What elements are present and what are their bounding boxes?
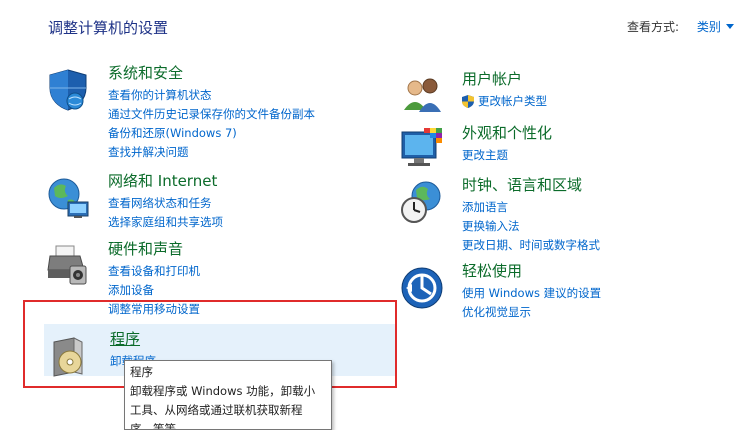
category-title-network[interactable]: 网络和 Internet — [108, 170, 217, 191]
chevron-down-icon — [725, 24, 734, 29]
page-title: 调整计算机的设置 — [48, 19, 169, 37]
clock-globe-icon[interactable] — [400, 180, 444, 224]
category-title-system-security[interactable]: 系统和安全 — [108, 62, 183, 83]
appearance-links: 更改主题 — [462, 146, 508, 165]
category-title-appearance[interactable]: 外观和个性化 — [462, 122, 552, 143]
link-change-account-type[interactable]: 更改帐户类型 — [462, 92, 547, 111]
link-add-language[interactable]: 添加语言 — [462, 198, 600, 217]
view-by: 查看方式: 类别 — [627, 18, 734, 35]
category-title-ease-access[interactable]: 轻松使用 — [462, 260, 522, 281]
link-view-computer-status[interactable]: 查看你的计算机状态 — [108, 86, 315, 105]
link-homegroup[interactable]: 选择家庭组和共享选项 — [108, 213, 223, 232]
users-icon[interactable] — [400, 74, 444, 118]
tooltip-line: 卸载程序或 Windows 功能，卸载小 — [130, 384, 316, 398]
link-troubleshoot[interactable]: 查找并解决问题 — [108, 143, 315, 162]
view-by-label: 查看方式: — [627, 20, 680, 34]
view-by-dropdown[interactable]: 类别 — [697, 20, 734, 34]
shield-icon[interactable] — [46, 68, 90, 112]
link-devices-printers[interactable]: 查看设备和打印机 — [108, 262, 200, 281]
ease-of-access-icon[interactable] — [400, 266, 444, 310]
network-links: 查看网络状态和任务 选择家庭组和共享选项 — [108, 194, 223, 232]
category-title-clock-region[interactable]: 时钟、语言和区域 — [462, 174, 582, 195]
link-change-input-method[interactable]: 更换输入法 — [462, 217, 600, 236]
category-title-hardware[interactable]: 硬件和声音 — [108, 238, 183, 259]
link-network-status[interactable]: 查看网络状态和任务 — [108, 194, 223, 213]
tooltip-line: 工具、从网络或通过联机获取新程 — [130, 403, 303, 417]
link-recommended-settings[interactable]: 使用 Windows 建议的设置 — [462, 284, 601, 303]
programs-tooltip: 程序 卸载程序或 Windows 功能，卸载小 工具、从网络或通过联机获取新程 … — [124, 360, 332, 430]
link-change-date-time-format[interactable]: 更改日期、时间或数字格式 — [462, 236, 600, 255]
link-optimize-visual-display[interactable]: 优化视觉显示 — [462, 303, 601, 322]
link-add-device[interactable]: 添加设备 — [108, 281, 200, 300]
link-file-history[interactable]: 通过文件历史记录保存你的文件备份副本 — [108, 105, 315, 124]
link-mobility-settings[interactable]: 调整常用移动设置 — [108, 300, 200, 319]
clock-region-links: 添加语言 更换输入法 更改日期、时间或数字格式 — [462, 198, 600, 255]
user-accounts-links: 更改帐户类型 — [462, 92, 547, 111]
uac-shield-icon — [462, 95, 474, 108]
link-change-account-type-label: 更改帐户类型 — [478, 94, 547, 108]
category-title-programs[interactable]: 程序 — [110, 328, 140, 349]
programs-disc-icon[interactable] — [48, 334, 92, 378]
ease-access-links: 使用 Windows 建议的设置 优化视觉显示 — [462, 284, 601, 322]
link-backup-restore[interactable]: 备份和还原(Windows 7) — [108, 124, 315, 143]
system-security-links: 查看你的计算机状态 通过文件历史记录保存你的文件备份副本 备份和还原(Windo… — [108, 86, 315, 162]
tooltip-line: 序，等等 — [130, 422, 176, 430]
link-change-theme[interactable]: 更改主题 — [462, 146, 508, 165]
monitor-palette-icon[interactable] — [400, 128, 444, 172]
tooltip-line: 程序 — [130, 365, 153, 379]
globe-network-icon[interactable] — [46, 176, 90, 220]
view-by-value: 类别 — [696, 20, 721, 34]
hardware-links: 查看设备和打印机 添加设备 调整常用移动设置 — [108, 262, 200, 319]
printer-icon[interactable] — [46, 244, 90, 288]
category-title-user-accounts[interactable]: 用户帐户 — [462, 68, 522, 89]
